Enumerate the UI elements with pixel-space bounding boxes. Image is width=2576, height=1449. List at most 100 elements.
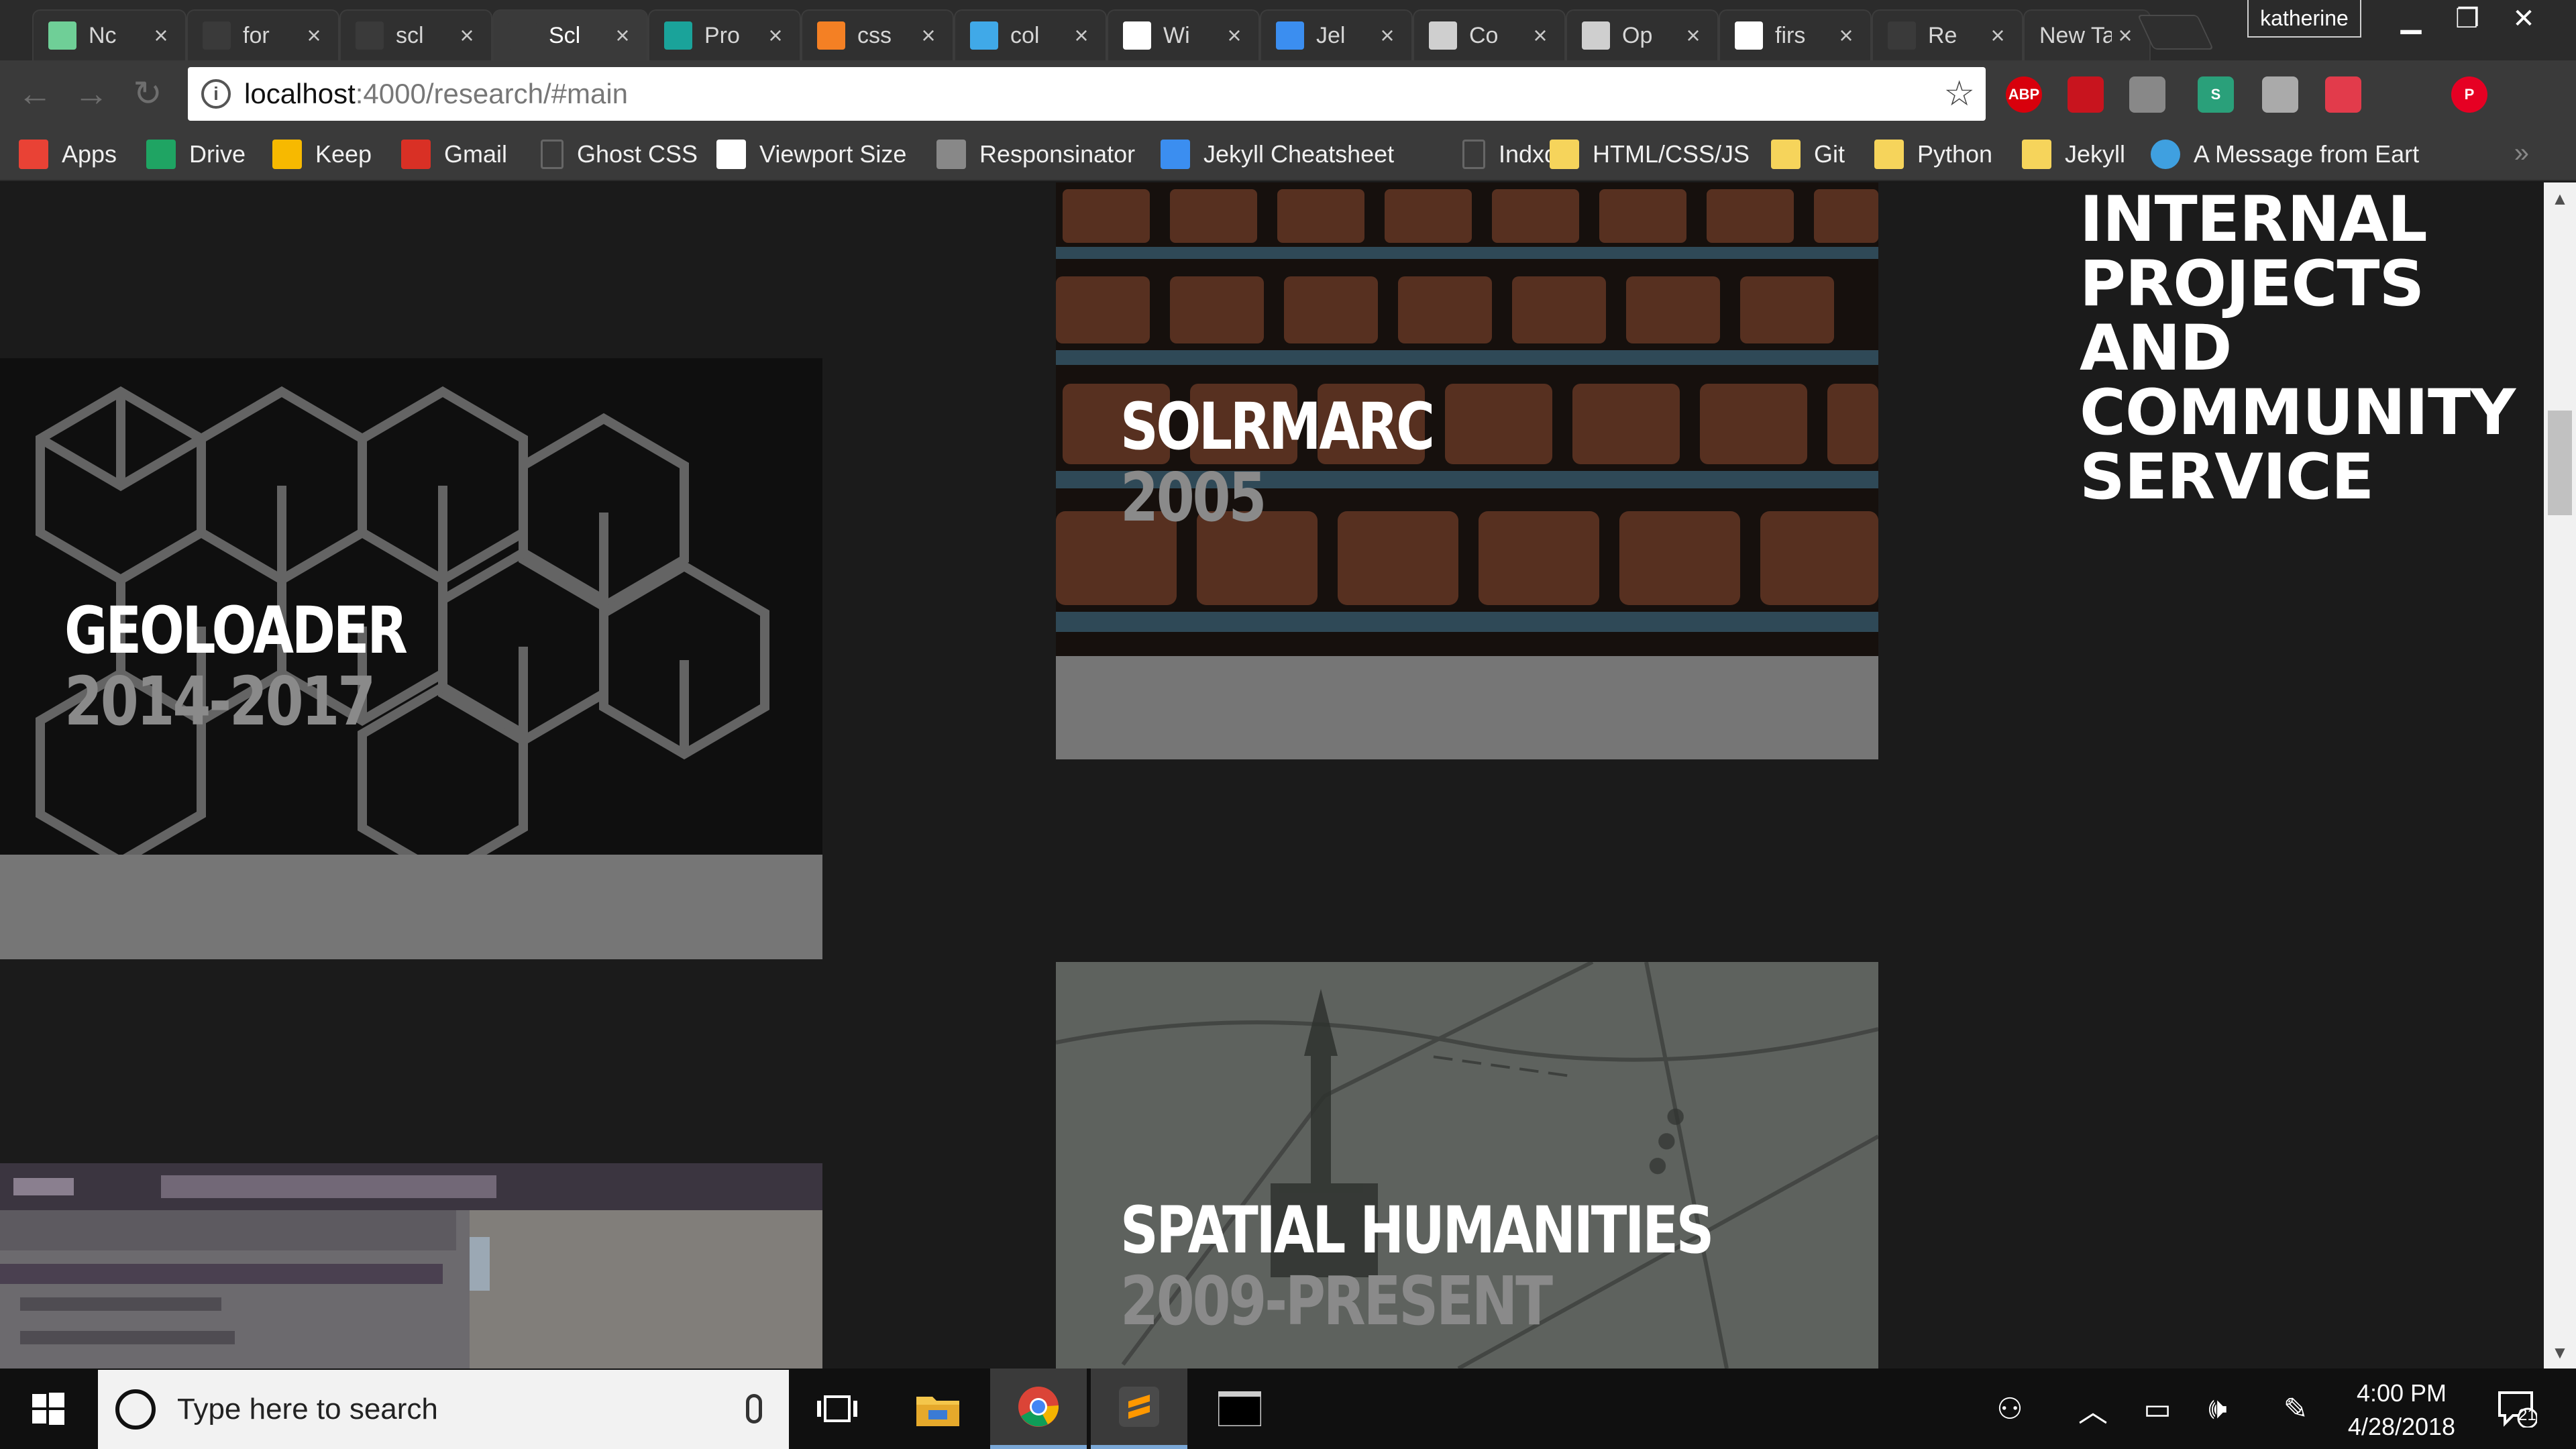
tab-close-icon[interactable]: ×: [1984, 21, 2011, 50]
reload-icon[interactable]: ↻: [126, 72, 169, 115]
bookmark-item[interactable]: HTML/CSS/JS: [1550, 136, 1750, 173]
project-years: 2009-PRESENT: [1120, 1262, 1553, 1340]
tab-label: Wi: [1163, 22, 1190, 48]
address-bar[interactable]: i localhost :4000/research/#main ☆: [188, 67, 1986, 121]
tab-close-icon[interactable]: ×: [148, 21, 174, 50]
browser-tab[interactable]: Jel ×: [1260, 9, 1413, 60]
stackoverflow-icon: [817, 21, 845, 50]
tab-close-icon[interactable]: ×: [1221, 21, 1248, 50]
chrome-taskbar-icon[interactable]: [990, 1368, 1087, 1449]
pocket-icon[interactable]: [2325, 76, 2361, 113]
bookmark-item[interactable]: Drive: [146, 136, 246, 173]
sublime-text-icon[interactable]: [1091, 1368, 1187, 1449]
bookmark-item[interactable]: Gmail: [401, 136, 507, 173]
browser-tab[interactable]: Wi ×: [1107, 9, 1260, 60]
battery-icon[interactable]: ▭: [2137, 1389, 2178, 1429]
tab-close-icon[interactable]: ×: [1527, 21, 1554, 50]
stylus-icon[interactable]: S: [2198, 76, 2234, 113]
close-window-icon[interactable]: ✕: [2498, 0, 2549, 38]
bookmark-item[interactable]: Git: [1771, 136, 1845, 173]
pdf-icon[interactable]: [2068, 76, 2104, 113]
page-icon: [508, 21, 537, 50]
restore-icon[interactable]: ❐: [2442, 0, 2493, 38]
tab-close-icon[interactable]: ×: [1680, 21, 1707, 50]
bulb-icon[interactable]: [2262, 76, 2298, 113]
project-card-geoloader[interactable]: GEOLOADER 2014-2017: [0, 358, 822, 959]
profile-button[interactable]: katherine: [2247, 0, 2361, 38]
bookmark-item[interactable]: Responsinator: [936, 136, 1135, 173]
scroll-down-arrow-icon[interactable]: ▼: [2544, 1336, 2576, 1368]
notion-icon: [48, 21, 76, 50]
project-years: 2014-2017: [64, 662, 376, 741]
terminal-icon[interactable]: [1191, 1368, 1288, 1449]
pen-workspace-icon[interactable]: ✎: [2275, 1389, 2316, 1429]
tab-close-icon[interactable]: ×: [2112, 21, 2139, 50]
tab-label: Op: [1622, 22, 1653, 48]
browser-tab[interactable]: Scl ×: [492, 9, 648, 60]
forward-arrow-icon[interactable]: →: [70, 72, 113, 115]
task-view-icon[interactable]: [789, 1368, 885, 1449]
bookmark-item[interactable]: A Message from Eart: [2151, 136, 2419, 173]
bookmark-label: A Message from Eart: [2194, 140, 2420, 168]
codepen-icon: [970, 21, 998, 50]
tab-close-icon[interactable]: ×: [453, 21, 480, 50]
keep-icon: [272, 140, 302, 169]
scroll-thumb[interactable]: [2548, 411, 2572, 515]
bookmark-item[interactable]: Keep: [272, 136, 372, 173]
scroll-up-arrow-icon[interactable]: ▲: [2544, 182, 2576, 215]
adblock-plus-icon[interactable]: ABP: [2006, 76, 2042, 113]
file-explorer-icon[interactable]: [890, 1368, 986, 1449]
bookmark-item[interactable]: Apps: [19, 136, 117, 173]
tab-close-icon[interactable]: ×: [609, 21, 636, 50]
browser-tab[interactable]: scl ×: [339, 9, 492, 60]
browser-tab[interactable]: firs ×: [1719, 9, 1872, 60]
browser-tab[interactable]: Op ×: [1566, 9, 1719, 60]
bookmark-label: Jekyll Cheatsheet: [1203, 140, 1395, 168]
browser-tab[interactable]: Pro ×: [648, 9, 801, 60]
tab-label: Nc: [89, 22, 117, 48]
microphone-icon[interactable]: [746, 1394, 762, 1424]
browser-tab[interactable]: New Ta ×: [2023, 9, 2151, 60]
tab-label: Scl: [549, 22, 581, 48]
browser-tab[interactable]: css ×: [801, 9, 954, 60]
url-host: localhost: [244, 78, 356, 109]
blank-extension-icon[interactable]: [2388, 76, 2424, 113]
action-center-icon[interactable]: 21: [2490, 1389, 2544, 1429]
browser-tab[interactable]: Re ×: [1872, 9, 2023, 60]
cortana-icon[interactable]: [115, 1389, 156, 1430]
more-bookmarks-chevron-icon[interactable]: »: [2514, 138, 2529, 168]
tab-close-icon[interactable]: ×: [301, 21, 327, 50]
page-scrollbar[interactable]: ▲ ▼: [2544, 182, 2576, 1368]
tab-close-icon[interactable]: ×: [762, 21, 789, 50]
bookmark-star-icon[interactable]: ☆: [1943, 74, 1975, 114]
tab-close-icon[interactable]: ×: [1833, 21, 1860, 50]
volume-icon[interactable]: 🕪: [2198, 1389, 2238, 1429]
project-card-spatial-humanities[interactable]: — — — — — ● ● ● SPATIAL HUMANITIES 2009-…: [1056, 962, 1878, 1368]
tab-close-icon[interactable]: ×: [1374, 21, 1401, 50]
bookmark-item[interactable]: Ghost CSS: [541, 136, 698, 173]
system-clock[interactable]: 4:00 PM 4/28/2018: [2334, 1377, 2469, 1444]
pinterest-icon[interactable]: P: [2451, 76, 2487, 113]
back-arrow-icon[interactable]: ←: [13, 72, 56, 115]
project-card-map-app[interactable]: [0, 1163, 822, 1368]
bookmark-item[interactable]: Jekyll: [2022, 136, 2125, 173]
browser-tab[interactable]: Nc ×: [32, 9, 186, 60]
people-icon[interactable]: ⚇: [1990, 1389, 2030, 1429]
show-hidden-icons-chevron-icon[interactable]: ︿: [2073, 1389, 2113, 1429]
info-icon[interactable]: i: [201, 79, 231, 109]
bookmark-item[interactable]: Python: [1874, 136, 1992, 173]
bookmark-item[interactable]: Indxd: [1462, 136, 1558, 173]
browser-tab[interactable]: col ×: [954, 9, 1107, 60]
browser-tab[interactable]: for ×: [186, 9, 339, 60]
bookmark-item[interactable]: Viewport Size: [716, 136, 906, 173]
taskbar-search-box[interactable]: Type here to search: [98, 1370, 789, 1449]
bookmark-item[interactable]: Jekyll Cheatsheet: [1161, 136, 1394, 173]
inspect-icon[interactable]: [2129, 76, 2165, 113]
browser-tab[interactable]: Co ×: [1413, 9, 1566, 60]
tab-close-icon[interactable]: ×: [915, 21, 942, 50]
tab-close-icon[interactable]: ×: [1068, 21, 1095, 50]
page-icon: [1462, 140, 1485, 169]
project-card-solrmarc[interactable]: SOLRMARC 2005: [1056, 182, 1878, 759]
minimize-icon[interactable]: ▁: [2385, 0, 2436, 38]
start-windows-icon[interactable]: [0, 1368, 97, 1449]
